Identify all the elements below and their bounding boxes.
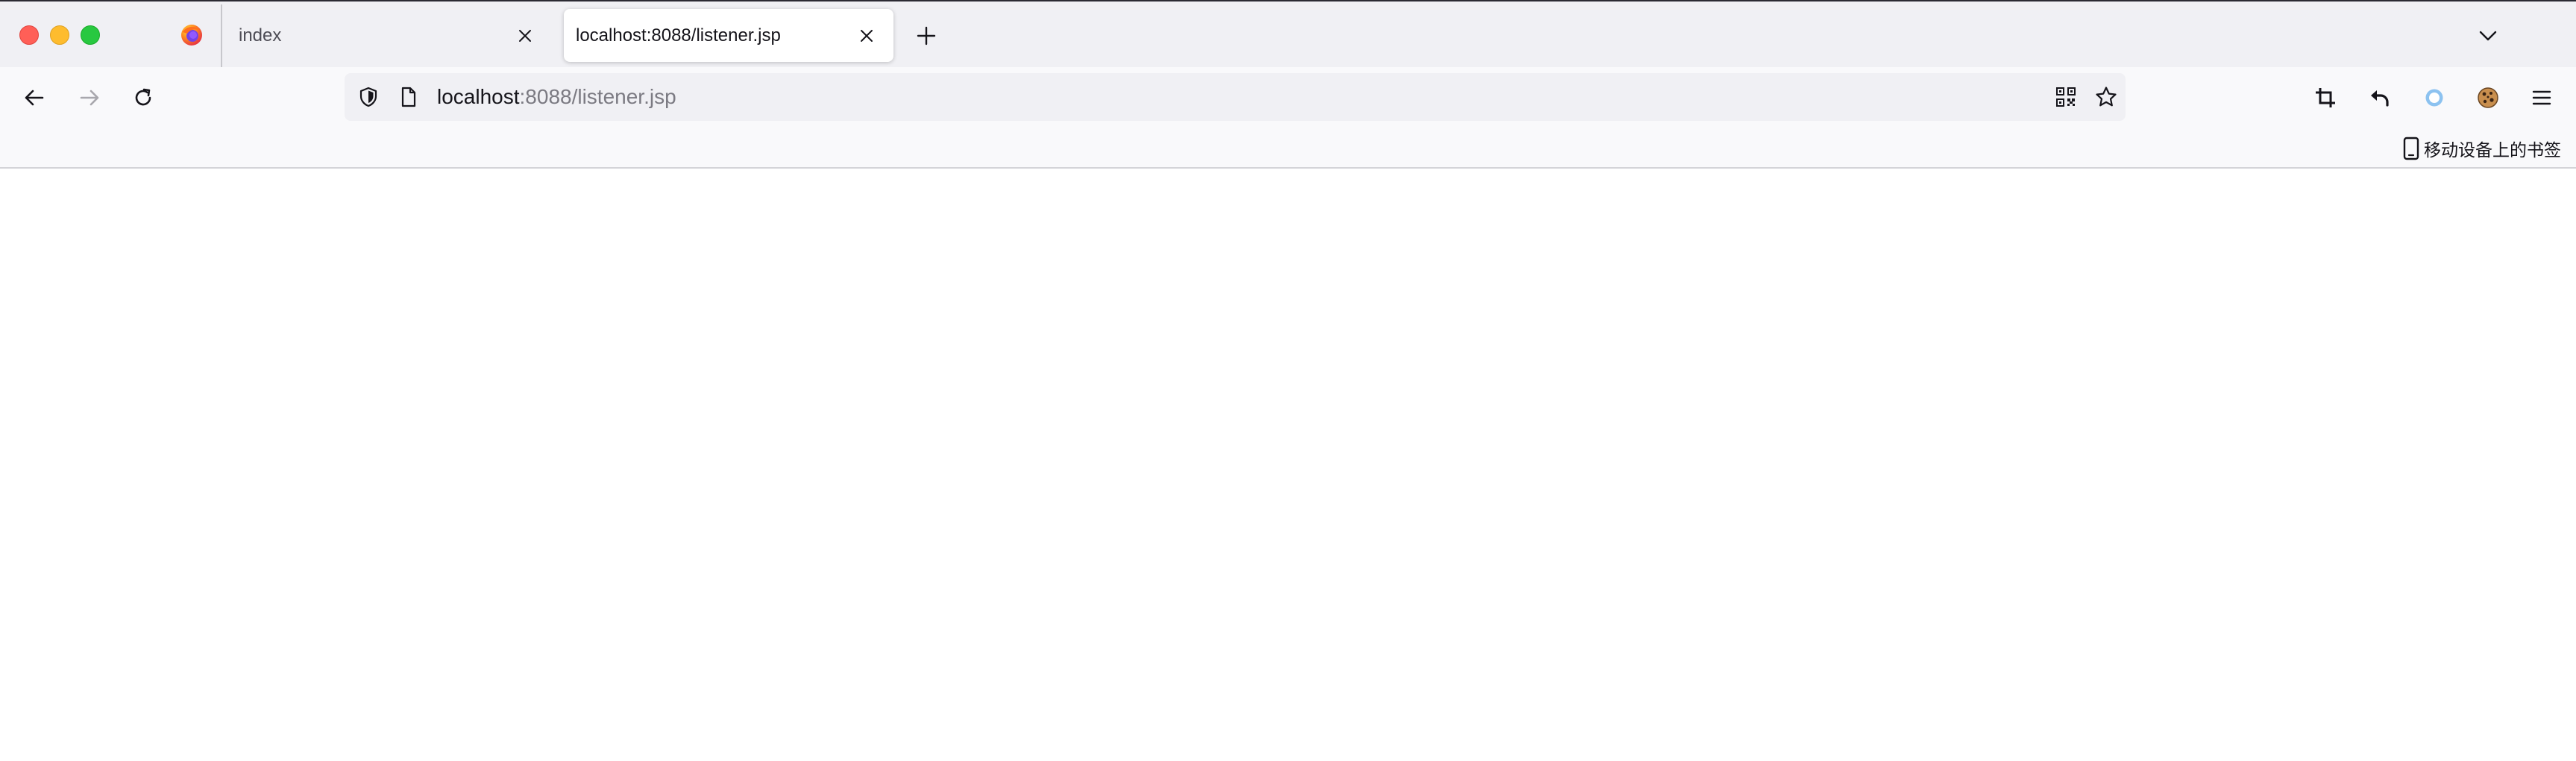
crop-extension-button[interactable] [2306, 78, 2345, 117]
firefox-icon [181, 25, 202, 46]
tab-title: localhost:8088/listener.jsp [576, 25, 781, 46]
window-maximize-button[interactable] [81, 25, 100, 45]
page-content [0, 169, 2576, 761]
crop-icon [2316, 88, 2335, 107]
arrow-left-icon [25, 90, 44, 106]
qr-code-icon [2056, 87, 2076, 107]
close-icon [861, 29, 873, 42]
browser-window: index localhost:8088/listener.jsp localh… [0, 0, 2576, 761]
new-tab-button[interactable] [908, 18, 944, 54]
site-info-button[interactable] [392, 81, 425, 113]
tab-listener[interactable]: localhost:8088/listener.jsp [564, 9, 893, 62]
cookie-extension-button[interactable] [2469, 78, 2507, 117]
reload-icon [135, 88, 151, 106]
tab-title: index [239, 25, 282, 46]
bookmarks-toolbar: 移动设备上的书签 [0, 128, 2576, 169]
chevron-down-icon [2479, 31, 2497, 41]
window-minimize-button[interactable] [50, 25, 69, 45]
tab-close-button[interactable] [509, 19, 541, 52]
list-all-tabs-button[interactable] [2470, 18, 2506, 54]
tab-strip: index localhost:8088/listener.jsp [0, 0, 2576, 67]
forward-button[interactable] [70, 78, 109, 117]
url-path: :8088/listener.jsp [519, 85, 676, 108]
cookie-icon [2478, 87, 2498, 108]
url-host: localhost [437, 85, 520, 108]
tab-close-button[interactable] [850, 19, 883, 52]
address-bar[interactable]: localhost:8088/listener.jsp [345, 73, 2126, 121]
undo-icon [2371, 90, 2389, 107]
url-text[interactable]: localhost:8088/listener.jsp [437, 73, 676, 121]
mobile-bookmarks-folder[interactable]: 移动设备上的书签 [2403, 134, 2561, 163]
page-icon [401, 87, 416, 107]
back-button[interactable] [15, 78, 54, 117]
window-close-button[interactable] [19, 25, 39, 45]
tab-separator [221, 4, 222, 67]
ring-icon [2425, 89, 2443, 107]
close-icon [519, 29, 531, 42]
reload-button[interactable] [124, 78, 163, 117]
menu-icon [2532, 90, 2551, 105]
arrow-right-icon [80, 90, 99, 106]
ring-extension-button[interactable] [2415, 78, 2454, 117]
shield-icon [359, 87, 377, 107]
bookmark-star-button[interactable] [2090, 81, 2123, 113]
firefox-view-button[interactable] [163, 10, 221, 60]
plus-icon [917, 26, 936, 46]
window-controls [19, 25, 100, 45]
tab-index[interactable]: index [224, 9, 552, 62]
app-menu-button[interactable] [2522, 78, 2561, 117]
mobile-bookmarks-label: 移动设备上的书签 [2424, 141, 2561, 160]
star-icon [2096, 87, 2117, 107]
qr-code-button[interactable] [2049, 81, 2082, 113]
undo-extension-button[interactable] [2360, 78, 2398, 117]
navigation-toolbar: localhost:8088/listener.jsp [0, 67, 2576, 128]
tracking-protection-button[interactable] [352, 81, 385, 113]
mobile-device-icon [2403, 137, 2419, 160]
